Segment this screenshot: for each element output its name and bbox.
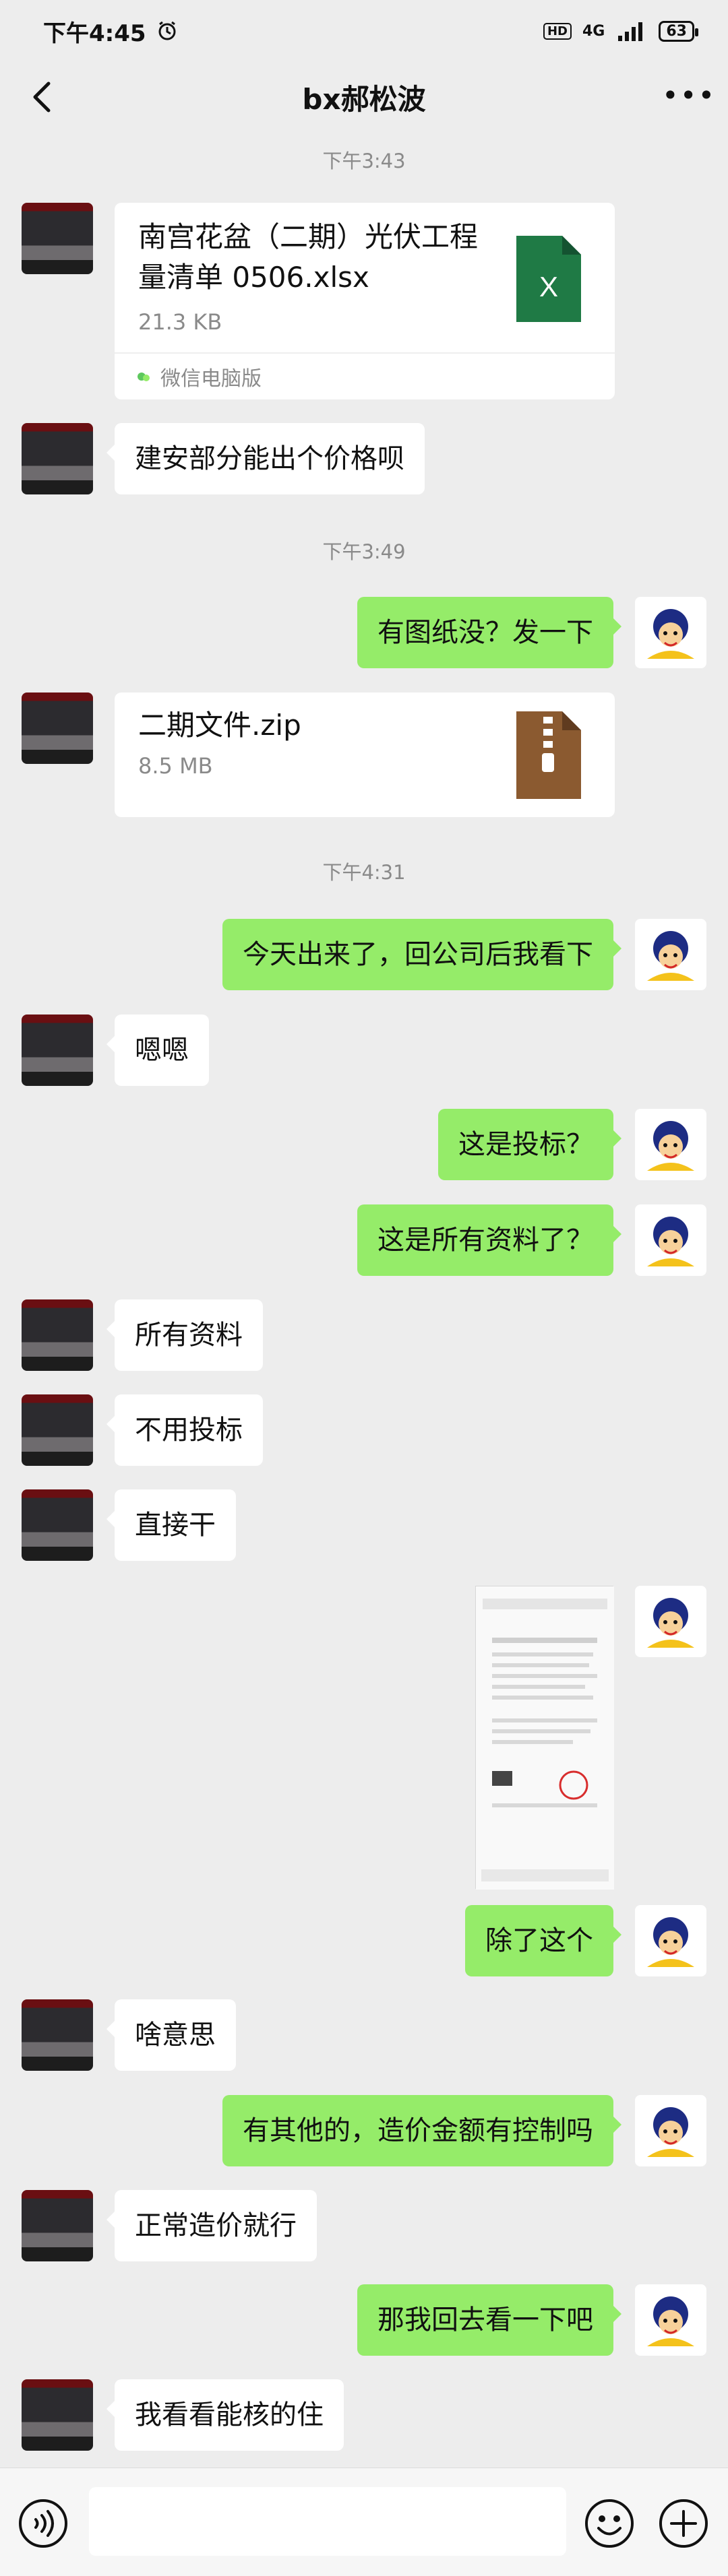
network-label: 4G <box>582 22 605 40</box>
outgoing-text-message[interactable]: 今天出来了，回公司后我看下 <box>222 919 621 990</box>
contact-avatar[interactable] <box>22 1999 93 2071</box>
contact-avatar[interactable] <box>22 693 93 764</box>
own-avatar[interactable] <box>635 1905 706 1976</box>
contact-avatar[interactable] <box>22 1015 93 1086</box>
outgoing-text-message[interactable]: 那我回去看一下吧 <box>357 2284 621 2356</box>
file-source-footer: 微信电脑版 <box>115 352 615 399</box>
message-input-bar <box>0 2468 728 2576</box>
emoji-icon[interactable] <box>584 2498 635 2549</box>
chat-title: bx郝松波 <box>302 82 426 116</box>
own-avatar[interactable] <box>635 919 706 990</box>
wechat-pc-icon <box>138 373 150 381</box>
own-avatar[interactable] <box>635 2284 706 2356</box>
cartoon-avatar-icon <box>647 1917 694 1967</box>
chat-header: bx郝松波 ••• <box>0 62 728 132</box>
file-size: 21.3 KB <box>138 309 222 335</box>
file-name-line-1: 南宫花盆（二期）光伏工程 <box>138 220 479 253</box>
status-left: 下午4:45 <box>43 15 179 48</box>
svg-text:X: X <box>539 271 558 302</box>
cartoon-avatar-icon <box>647 931 694 981</box>
contact-avatar[interactable] <box>22 203 93 274</box>
chat-messages[interactable]: 下午3:43 南宫花盆（二期）光伏工程 量清单 0506.xlsx 21.3 K… <box>0 132 728 2468</box>
incoming-text-message[interactable]: 正常造价就行 <box>107 2190 317 2261</box>
cartoon-avatar-icon <box>647 1121 694 1171</box>
outgoing-text-message[interactable]: 这是所有资料了？ <box>357 1204 621 1276</box>
status-time: 下午4:45 <box>43 20 146 47</box>
back-arrow-icon[interactable] <box>26 78 61 116</box>
file-message-zip[interactable]: 二期文件.zip 8.5 MB <box>115 693 615 817</box>
own-avatar[interactable] <box>635 1109 706 1180</box>
file-size: 8.5 MB <box>138 753 213 779</box>
cartoon-avatar-icon <box>647 2107 694 2157</box>
cartoon-avatar-icon <box>647 2296 694 2346</box>
outgoing-text-message[interactable]: 有其他的，造价金额有控制吗 <box>222 2095 621 2166</box>
contact-avatar[interactable] <box>22 1489 93 1561</box>
document-thumbnail-icon <box>476 1586 614 1890</box>
incoming-text-message[interactable]: 建安部分能出个价格呗 <box>107 423 425 494</box>
incoming-text-message[interactable]: 直接干 <box>107 1489 236 1561</box>
status-bar: 下午4:45 HD 4G 63 <box>0 0 728 62</box>
more-options-icon[interactable]: ••• <box>662 82 715 110</box>
outgoing-text-message[interactable]: 有图纸没？发一下 <box>357 597 621 668</box>
outgoing-text-message[interactable]: 除了这个 <box>465 1905 621 1976</box>
own-avatar[interactable] <box>635 1586 706 1657</box>
contact-avatar[interactable] <box>22 423 93 494</box>
file-source-label: 微信电脑版 <box>160 367 262 391</box>
file-name: 二期文件.zip <box>138 709 301 742</box>
incoming-text-message[interactable]: 嗯嗯 <box>107 1015 209 1086</box>
own-avatar[interactable] <box>635 2095 706 2166</box>
zip-file-icon <box>516 711 581 799</box>
voice-input-icon[interactable] <box>18 2498 69 2549</box>
incoming-text-message[interactable]: 啥意思 <box>107 1999 236 2071</box>
incoming-text-message[interactable]: 不用投标 <box>107 1394 263 1466</box>
cartoon-avatar-icon <box>647 1217 694 1266</box>
battery-icon: 63 <box>659 20 698 42</box>
contact-avatar[interactable] <box>22 2190 93 2261</box>
time-stamp: 下午4:31 <box>322 861 406 884</box>
contact-avatar[interactable] <box>22 2379 93 2451</box>
own-avatar[interactable] <box>635 1204 706 1276</box>
incoming-text-message[interactable]: 所有资料 <box>107 1299 263 1371</box>
own-avatar[interactable] <box>635 597 706 668</box>
add-more-icon[interactable] <box>658 2498 709 2549</box>
time-stamp: 下午3:49 <box>322 540 406 563</box>
contact-avatar[interactable] <box>22 1394 93 1466</box>
contact-avatar[interactable] <box>22 1299 93 1371</box>
hd-badge: HD <box>543 22 572 40</box>
signal-icon <box>618 22 643 41</box>
cartoon-avatar-icon <box>647 609 694 659</box>
cartoon-avatar-icon <box>647 1598 694 1648</box>
alarm-clock-icon <box>158 21 176 40</box>
file-name-line-2: 量清单 0506.xlsx <box>138 261 369 294</box>
excel-file-icon: X <box>516 236 581 322</box>
incoming-text-message[interactable]: 我看看能核的住 <box>107 2379 344 2451</box>
message-text-field[interactable] <box>89 2487 566 2556</box>
time-stamp: 下午3:43 <box>322 150 406 172</box>
status-icons: HD 4G 63 <box>543 20 698 42</box>
file-message-xlsx[interactable]: 南宫花盆（二期）光伏工程 量清单 0506.xlsx 21.3 KB X 微信电… <box>115 203 615 399</box>
document-image-message[interactable] <box>475 1586 614 1890</box>
outgoing-text-message[interactable]: 这是投标？ <box>438 1109 621 1180</box>
